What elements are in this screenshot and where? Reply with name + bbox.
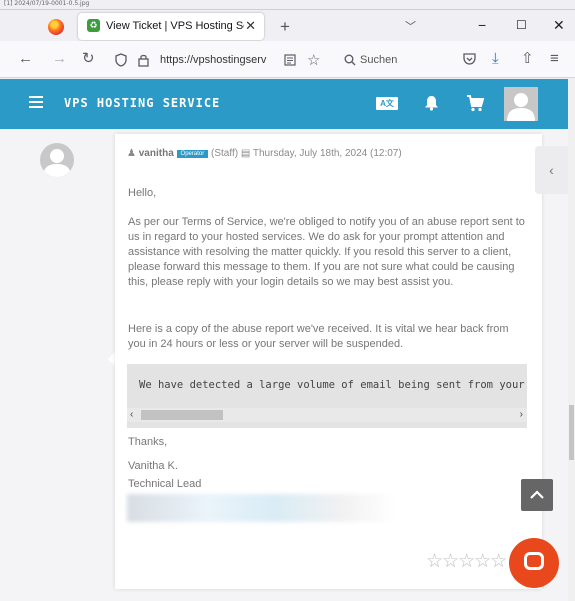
card-pointer bbox=[108, 352, 115, 366]
browser-tab-strip: ♻ View Ticket | VPS Hosting Servic ✕ + ﹀… bbox=[0, 9, 575, 41]
chat-bubble-icon bbox=[524, 552, 544, 570]
language-icon[interactable]: A文 bbox=[376, 97, 398, 110]
tab-view-ticket[interactable]: ♻ View Ticket | VPS Hosting Servic ✕ bbox=[78, 13, 264, 40]
tab-title: View Ticket | VPS Hosting Servic bbox=[106, 20, 244, 32]
new-tab-button[interactable]: + bbox=[280, 17, 290, 37]
maximize-button[interactable]: ☐ bbox=[516, 18, 527, 32]
back-to-top-button[interactable] bbox=[521, 479, 553, 511]
minimize-button[interactable]: − bbox=[478, 17, 486, 33]
cart-icon[interactable] bbox=[466, 95, 484, 112]
code-text: We have detected a large volume of email… bbox=[139, 379, 527, 391]
bookmark-star-icon[interactable]: ☆ bbox=[307, 51, 320, 69]
file-caption: [1] 2024/07/19-0001-0.5.jpg bbox=[4, 0, 90, 7]
tab-close-icon[interactable]: ✕ bbox=[245, 18, 256, 34]
window-close-button[interactable]: ✕ bbox=[553, 17, 565, 34]
user-icon: ♟ bbox=[127, 148, 136, 159]
url-bar[interactable]: https://vpshostingserv ☆ bbox=[110, 47, 332, 73]
search-box[interactable]: Suchen bbox=[336, 47, 436, 73]
menu-icon[interactable] bbox=[29, 96, 43, 108]
scrollbar-thumb[interactable] bbox=[141, 410, 223, 420]
page-vertical-scrollbar[interactable] bbox=[568, 79, 575, 601]
browser-nav-bar: ← → ↻ https://vpshostingserv ☆ Suchen ⤓ … bbox=[0, 41, 575, 78]
code-horizontal-scrollbar[interactable]: ‹ › bbox=[127, 408, 527, 422]
forward-icon[interactable]: → bbox=[52, 51, 67, 67]
reply-date: (Staff) ▤ Thursday, July 18th, 2024 (12:… bbox=[211, 148, 402, 159]
sidebar-toggle-chevron-left-icon[interactable]: ‹ bbox=[535, 146, 568, 194]
back-icon[interactable]: ← bbox=[18, 51, 33, 67]
message-paragraph-1: As per our Terms of Service, we're oblig… bbox=[128, 216, 525, 288]
page-scrollbar-thumb[interactable] bbox=[569, 405, 574, 460]
abuse-report-code-block[interactable]: We have detected a large volume of email… bbox=[127, 364, 527, 428]
staff-avatar bbox=[40, 143, 74, 177]
extensions-icon[interactable]: ⇧ bbox=[521, 51, 534, 67]
shield-icon[interactable] bbox=[115, 53, 127, 67]
screen: [1] 2024/07/19-0001-0.5.jpg ♻ View Ticke… bbox=[0, 0, 575, 601]
scroll-right-icon[interactable]: › bbox=[520, 408, 523, 422]
lock-icon[interactable] bbox=[138, 53, 149, 67]
search-input[interactable]: Suchen bbox=[360, 54, 397, 66]
bell-icon[interactable] bbox=[424, 95, 439, 111]
site-brand[interactable]: VPS HOSTING SERVICE bbox=[64, 96, 220, 110]
rating-stars[interactable]: ☆☆☆☆☆ bbox=[426, 550, 507, 573]
list-tabs-button[interactable]: ﹀ bbox=[405, 18, 416, 34]
site-favicon-icon: ♻ bbox=[87, 19, 100, 32]
scroll-left-icon[interactable]: ‹ bbox=[130, 408, 133, 422]
user-silhouette-icon bbox=[507, 93, 535, 121]
account-avatar[interactable] bbox=[504, 87, 538, 121]
role-badge: Operator bbox=[176, 150, 209, 158]
chevron-up-icon bbox=[530, 490, 544, 499]
firefox-logo-icon[interactable] bbox=[48, 19, 64, 35]
signature-name: Vanitha K. bbox=[128, 460, 178, 472]
url-text[interactable]: https://vpshostingserv bbox=[160, 54, 274, 66]
reader-view-icon[interactable] bbox=[284, 54, 296, 66]
signature-title: Technical Lead bbox=[128, 478, 202, 490]
downloads-icon[interactable]: ⤓ bbox=[492, 51, 499, 67]
app-menu-icon[interactable]: ≡ bbox=[550, 51, 559, 67]
live-chat-button[interactable] bbox=[509, 538, 559, 588]
author-name: vanitha bbox=[138, 148, 174, 159]
message-paragraph-2: Here is a copy of the abuse report we've… bbox=[128, 323, 509, 350]
search-icon bbox=[344, 54, 356, 66]
ticket-reply-card: ♟ vanitha Operator (Staff) ▤ Thursday, J… bbox=[115, 134, 542, 589]
thanks-line: Thanks, bbox=[128, 436, 168, 448]
reload-icon[interactable]: ↻ bbox=[82, 51, 95, 67]
reply-meta: ♟ vanitha Operator (Staff) ▤ Thursday, J… bbox=[127, 148, 402, 159]
redacted-signature-image bbox=[127, 494, 395, 522]
site-header: VPS HOSTING SERVICE A文 bbox=[0, 79, 568, 129]
user-silhouette-icon bbox=[43, 149, 71, 177]
ticket-page: ♟ vanitha Operator (Staff) ▤ Thursday, J… bbox=[0, 129, 568, 601]
pocket-icon[interactable] bbox=[463, 53, 476, 65]
greeting: Hello, bbox=[128, 187, 157, 199]
